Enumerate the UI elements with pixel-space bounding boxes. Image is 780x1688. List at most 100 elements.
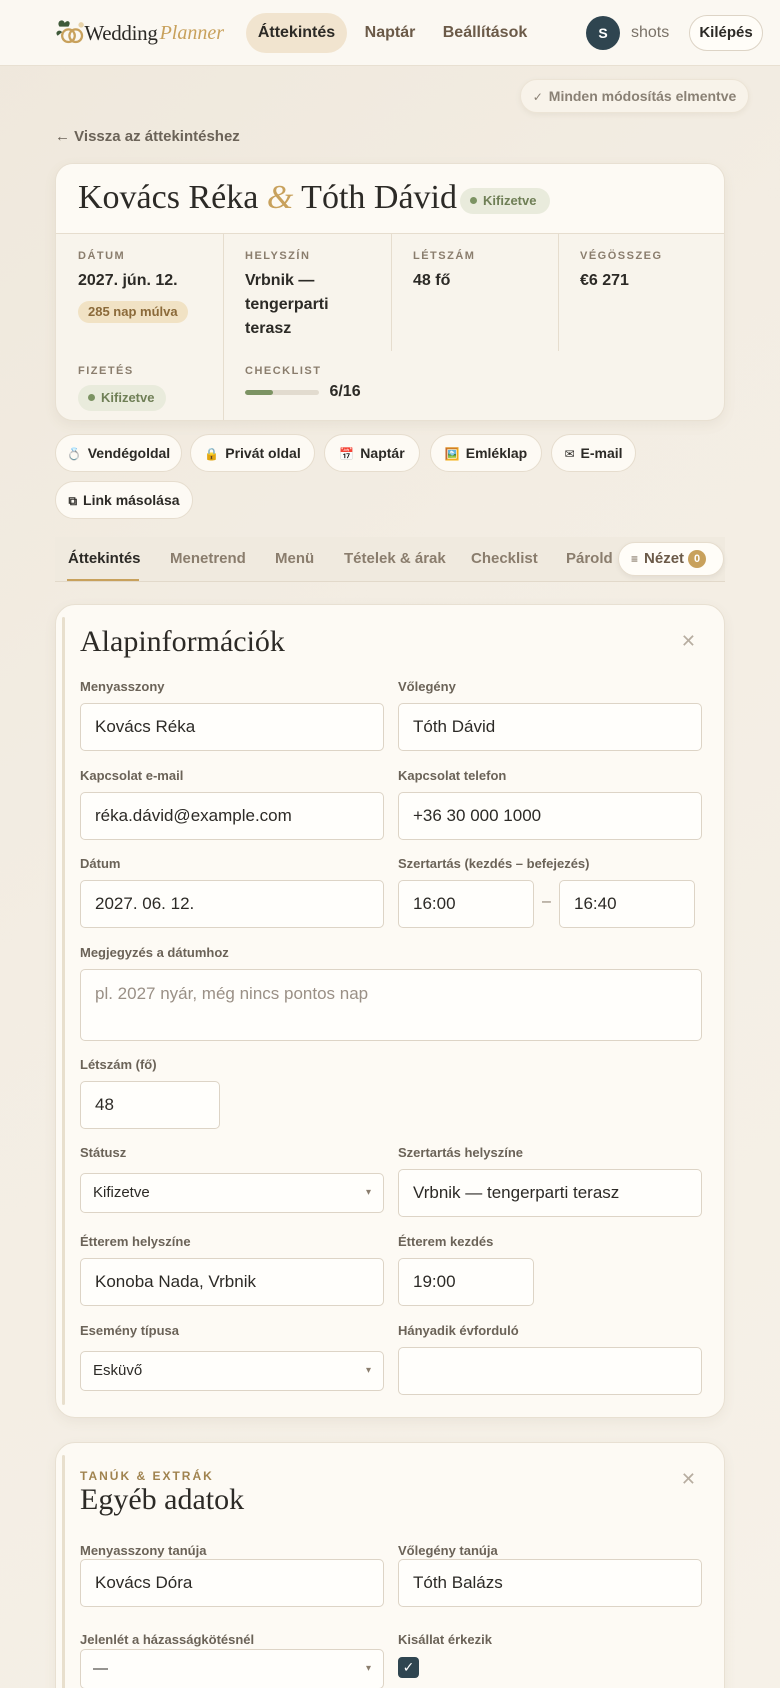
- stat-label: VÉGÖSSZEG: [580, 250, 663, 262]
- calendar-button[interactable]: 📅 Naptár: [324, 434, 420, 472]
- chip-label: Naptár: [360, 445, 405, 461]
- ceremony-venue-input[interactable]: Vrbnik — tengerparti terasz: [398, 1169, 702, 1217]
- tab-checklist[interactable]: Checklist: [471, 537, 538, 582]
- status-dot-icon: [470, 197, 477, 204]
- event-type-select[interactable]: Esküvő ▾: [80, 1351, 384, 1391]
- private-page-button[interactable]: 🔒 Privát oldal: [190, 434, 315, 472]
- divider: [391, 234, 392, 351]
- pet-arrives-checkbox[interactable]: ✓: [398, 1657, 419, 1678]
- logo-script: Planner: [159, 21, 224, 44]
- calendar-icon: 📅: [339, 447, 355, 461]
- restaurant-input[interactable]: Konoba Nada, Vrbnik: [80, 1258, 384, 1306]
- back-link[interactable]: ← Vissza az áttekintéshez: [55, 128, 240, 145]
- bride-input[interactable]: Kovács Réka: [80, 703, 384, 751]
- tab-couple-extra[interactable]: Párold: [566, 537, 613, 582]
- divider: [223, 234, 224, 420]
- field-label: Hányadik évforduló: [398, 1323, 519, 1338]
- stat-date: DÁTUM 2027. jún. 12. 285 nap múlva: [78, 250, 218, 323]
- section-title: Alapinformációk: [80, 625, 285, 658]
- field-label: Vőlegény: [398, 679, 456, 694]
- stat-total: VÉGÖSSZEG €6 271: [580, 250, 710, 293]
- status-badge: Kifizetve: [460, 188, 551, 214]
- guest-count-input[interactable]: 48: [80, 1081, 220, 1129]
- payment-badge-text: Kifizetve: [101, 390, 155, 405]
- anniversary-input[interactable]: [398, 1347, 702, 1395]
- bride-name: Kovács Réka: [78, 179, 259, 216]
- nav-settings[interactable]: Beállítások: [440, 13, 530, 53]
- chip-label: E-mail: [580, 445, 623, 461]
- presence-select[interactable]: — ▾: [80, 1649, 384, 1688]
- view-count-badge: 0: [688, 550, 707, 568]
- field-label: Státusz: [80, 1145, 127, 1160]
- field-label: Kisállat érkezik: [398, 1632, 492, 1647]
- copy-link-button[interactable]: ⧉ Link másolása: [55, 481, 193, 519]
- field-label: Dátum: [80, 856, 121, 871]
- phone-input[interactable]: +36 30 000 1000: [398, 792, 702, 840]
- close-icon[interactable]: ✕: [681, 1469, 696, 1490]
- avatar[interactable]: S: [586, 16, 620, 50]
- chevron-down-icon: ▾: [365, 1365, 371, 1376]
- app-logo[interactable]: Wedding Planner: [54, 14, 224, 52]
- email-button[interactable]: ✉ E-mail: [551, 434, 636, 472]
- check-icon: ✓: [532, 90, 543, 104]
- chip-label: Privát oldal: [225, 445, 301, 461]
- stat-value: 2027. jún. 12.: [78, 272, 178, 289]
- guest-page-button[interactable]: 💍 Vendégoldal: [55, 434, 182, 472]
- ring-icon: 💍: [66, 447, 82, 461]
- progress-bar: [245, 389, 319, 395]
- top-navigation: Wedding Planner Áttekintés Naptár Beállí…: [0, 0, 780, 66]
- stat-value: 48 fő: [413, 272, 451, 289]
- arrow-left-icon: ←: [55, 128, 70, 145]
- bride-witness-input[interactable]: Kovács Dóra: [80, 1559, 384, 1607]
- time-range-dash: –: [542, 893, 551, 910]
- stat-value: €6 271: [580, 272, 629, 289]
- groom-witness-input[interactable]: Tóth Balázs: [398, 1559, 702, 1607]
- keepsake-button[interactable]: 🖼️ Emléklap: [430, 434, 542, 472]
- stat-label: FIZETÉS: [78, 365, 134, 377]
- ceremony-start-input[interactable]: 16:00: [398, 880, 534, 928]
- envelope-icon: ✉: [564, 447, 575, 461]
- chip-label: Link másolása: [83, 492, 180, 508]
- status-select[interactable]: Kifizetve ▾: [80, 1173, 384, 1213]
- stat-venue: HELYSZÍN Vrbnik — tengerparti terasz: [245, 250, 365, 341]
- date-input[interactable]: 2027. 06. 12.: [80, 880, 384, 928]
- save-status-pill: ✓ Minden módosítás elmentve: [520, 79, 749, 113]
- groom-input[interactable]: Tóth Dávid: [398, 703, 702, 751]
- presence-value: —: [93, 1660, 108, 1677]
- status-badge-text: Kifizetve: [483, 193, 537, 208]
- username: shots: [631, 24, 670, 41]
- wedding-summary-card: Kovács Réka & Tóth Dávid Kifizetve DÁTUM…: [55, 163, 725, 421]
- field-label: Kapcsolat telefon: [398, 768, 507, 783]
- field-label: Létszám (fő): [80, 1057, 157, 1072]
- chip-label: Vendégoldal: [87, 445, 171, 461]
- chevron-down-icon: ▾: [365, 1187, 371, 1198]
- field-label: Vőlegény tanúja: [398, 1543, 498, 1558]
- close-icon[interactable]: ✕: [681, 631, 696, 652]
- logout-button[interactable]: Kilépés: [689, 15, 763, 51]
- view-toggle-button[interactable]: ≡ Nézet 0: [618, 542, 724, 576]
- stat-label: CHECKLIST: [245, 365, 322, 377]
- stat-label: HELYSZÍN: [245, 250, 311, 262]
- field-label: Esemény típusa: [80, 1323, 179, 1338]
- picture-icon: 🖼️: [444, 447, 460, 461]
- tab-menu[interactable]: Menü: [275, 537, 314, 582]
- copy-icon: ⧉: [68, 494, 78, 508]
- date-note-textarea[interactable]: pl. 2027 nyár, még nincs pontos nap: [80, 969, 702, 1041]
- summary-header: Kovács Réka & Tóth Dávid Kifizetve: [56, 164, 724, 234]
- email-input[interactable]: réka.dávid@example.com: [80, 792, 384, 840]
- status-dot-icon: [88, 394, 95, 401]
- nav-overview[interactable]: Áttekintés: [246, 13, 347, 53]
- other-info-card: TANÚK & EXTRÁK Egyéb adatok ✕ Menyasszon…: [55, 1442, 725, 1688]
- stat-label: LÉTSZÁM: [413, 250, 476, 262]
- basic-info-card: Alapinformációk ✕ Menyasszony Kovács Rék…: [55, 604, 725, 1418]
- back-link-label: Vissza az áttekintéshez: [74, 128, 240, 145]
- restaurant-start-input[interactable]: 19:00: [398, 1258, 534, 1306]
- checklist-progress: 6/16: [245, 383, 405, 401]
- tab-overview[interactable]: Áttekintés: [68, 537, 141, 582]
- groom-name: Tóth Dávid: [301, 179, 457, 216]
- ceremony-end-input[interactable]: 16:40: [559, 880, 695, 928]
- field-label: Menyasszony tanúja: [80, 1543, 207, 1558]
- tab-schedule[interactable]: Menetrend: [170, 537, 246, 582]
- tab-items-prices[interactable]: Tételek & árak: [344, 537, 446, 582]
- nav-calendar[interactable]: Naptár: [356, 13, 424, 53]
